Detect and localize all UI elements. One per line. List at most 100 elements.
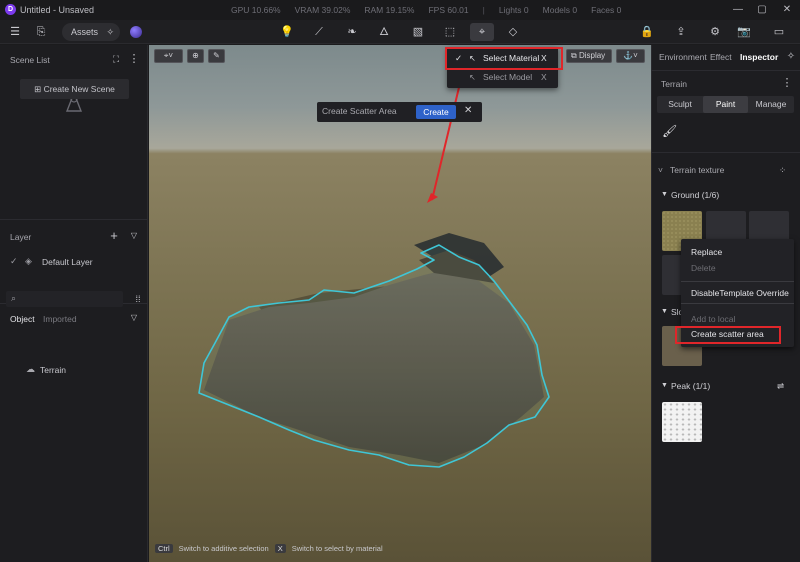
assets-button[interactable]: Assets ✧: [62, 23, 120, 41]
create-new-scene-button[interactable]: ⊞ Create New Scene: [20, 79, 129, 99]
title-bar: D Untitled - Unsaved GPU 10.66% VRAM 39.…: [0, 0, 800, 20]
ram-stat: RAM 19.15%: [364, 5, 415, 15]
object-tab[interactable]: Object: [10, 314, 35, 324]
select-model-item[interactable]: ↖ Select Model X: [447, 68, 558, 87]
default-layer-label[interactable]: Default Layer: [42, 257, 93, 267]
transform-mode-button[interactable]: ⌖˅: [154, 49, 183, 63]
stats-separator: |: [482, 5, 485, 15]
ai-orb-icon[interactable]: [130, 26, 142, 38]
display-button[interactable]: ⧉ Display: [566, 49, 612, 63]
chevron-down-icon: ˅: [658, 165, 663, 175]
ctrl-hint-text: Switch to additive selection: [178, 544, 269, 553]
more-menu-icon[interactable]: ⋮: [778, 74, 796, 92]
sliders-icon[interactable]: ⇌: [777, 376, 784, 396]
grid-filter-icon[interactable]: ⁞⁞: [129, 290, 147, 308]
assets-label: Assets: [71, 27, 99, 37]
3d-viewport[interactable]: [149, 45, 651, 562]
layer-collapse-icon[interactable]: ▽: [125, 227, 143, 245]
paint-tab[interactable]: Paint: [703, 96, 748, 113]
grid-view-icon[interactable]: ⁘: [779, 160, 786, 180]
create-scatter-button[interactable]: Create: [416, 105, 456, 119]
light-bulb-icon[interactable]: 💡: [278, 23, 296, 41]
peak-texture-thumb[interactable]: [662, 402, 702, 442]
select-model-shortcut: X: [541, 72, 547, 82]
performance-stats: GPU 10.66% VRAM 39.02% RAM 19.15% FPS 60…: [231, 5, 621, 15]
share-icon[interactable]: ⇪: [672, 23, 690, 41]
leaf-icon[interactable]: ❧: [343, 23, 361, 41]
terrain-scene: [198, 78, 550, 468]
cube-icon[interactable]: ▧: [409, 23, 427, 41]
more-menu-icon[interactable]: ⋮: [125, 50, 143, 68]
render-settings-icon[interactable]: ⚙: [706, 23, 724, 41]
peak-row[interactable]: ▼ Peak (1/1) ⇌: [651, 376, 800, 396]
disable-template-override-item[interactable]: DisableTemplate Override: [691, 288, 789, 298]
terrain-mode-segment: Sculpt Paint Manage: [657, 96, 794, 113]
scatter-area-bar: Create Scatter Area Create ✕: [317, 102, 482, 122]
object-collapse-icon[interactable]: ▽: [125, 309, 143, 327]
vram-stat: VRAM 39.02%: [294, 5, 351, 15]
close-icon[interactable]: ✕: [464, 105, 472, 116]
imported-tab[interactable]: Imported: [43, 314, 77, 324]
select-tool-icon[interactable]: ⌖: [470, 23, 494, 41]
terrain-texture-row[interactable]: ˅ Terrain texture ⁘: [651, 160, 800, 180]
scene-list-title: Scene List: [10, 55, 50, 65]
pen-icon[interactable]: ✎: [208, 49, 225, 63]
menu-icon[interactable]: ☰: [6, 23, 24, 41]
caret-down-icon: ▼: [661, 382, 668, 389]
sparkle-icon[interactable]: ✧: [782, 48, 800, 66]
object-search-input[interactable]: ⌕: [6, 291, 123, 307]
sculpt-tab[interactable]: Sculpt: [657, 96, 703, 113]
manage-tab[interactable]: Manage: [748, 96, 794, 113]
import-file-icon[interactable]: ⎘: [32, 23, 50, 41]
ctrl-key: Ctrl: [155, 544, 173, 553]
scatter-name-input[interactable]: Create Scatter Area: [322, 106, 397, 116]
annotation-arrow-line: [431, 78, 462, 201]
menu-divider: [681, 303, 794, 304]
terrain-object-item[interactable]: Terrain: [40, 365, 66, 375]
maximize-button[interactable]: ▢: [755, 3, 769, 17]
scene-options-icon[interactable]: ⛶: [107, 50, 125, 68]
terrain-object-icon: ☁: [26, 364, 35, 374]
select-model-label: Select Model: [483, 72, 533, 82]
panel-divider: [651, 70, 800, 71]
annotation-arrow-head: [427, 193, 438, 203]
ground-label: Ground (1/6): [671, 190, 720, 200]
minimize-button[interactable]: —: [731, 3, 745, 17]
paint-brush-icon[interactable]: 🖌: [662, 124, 677, 138]
scene-add-icon: ⊞: [34, 84, 44, 94]
ground-row[interactable]: ▼ Ground (1/6): [651, 185, 800, 205]
camera-icon[interactable]: 📷: [735, 23, 753, 41]
menu-divider: [681, 281, 794, 282]
terrain-section-title: Terrain: [661, 79, 687, 89]
replace-item[interactable]: Replace: [691, 247, 722, 257]
peak-label: Peak (1/1): [671, 381, 711, 391]
faces-stat: Faces 0: [591, 5, 622, 15]
fire-icon[interactable]: 🜂: [375, 23, 393, 41]
gpu-stat: GPU 10.66%: [231, 5, 281, 15]
x-hint-text: Switch to select by material: [291, 544, 383, 553]
document-title: Untitled - Unsaved: [20, 5, 95, 15]
anchor-dropdown-button[interactable]: ⚓˅: [616, 49, 645, 63]
terrain-layers-icon[interactable]: ◇: [504, 23, 522, 41]
caret-down-icon: ▼: [661, 191, 668, 198]
tab-effect[interactable]: Effect: [710, 52, 732, 62]
lock-icon[interactable]: 🔒: [638, 23, 656, 41]
panel-toggle-icon[interactable]: ▭: [770, 23, 788, 41]
terrain-texture-label: Terrain texture: [670, 165, 725, 175]
frame-icon[interactable]: ⬚: [441, 23, 459, 41]
layer-stack-icon: ◈: [25, 256, 32, 266]
tab-environment[interactable]: Environment: [659, 52, 707, 62]
selection-outline: [198, 244, 550, 468]
sparkle-icon: ✧: [106, 27, 114, 37]
cursor-icon: ↖: [469, 73, 476, 82]
path-tool-icon[interactable]: ⟋: [310, 23, 328, 41]
delete-item: Delete: [691, 263, 716, 273]
globe-icon[interactable]: ⊕: [187, 49, 204, 63]
panel-divider: [0, 219, 148, 220]
viewport-tools: ⌖˅ ⊕ ✎: [154, 49, 225, 63]
close-window-button[interactable]: ✕: [780, 3, 794, 17]
tab-inspector[interactable]: Inspector: [740, 52, 778, 62]
layer-check-icon[interactable]: ✓: [10, 256, 18, 267]
add-layer-icon[interactable]: +: [105, 227, 123, 245]
lights-stat: Lights 0: [498, 5, 529, 15]
